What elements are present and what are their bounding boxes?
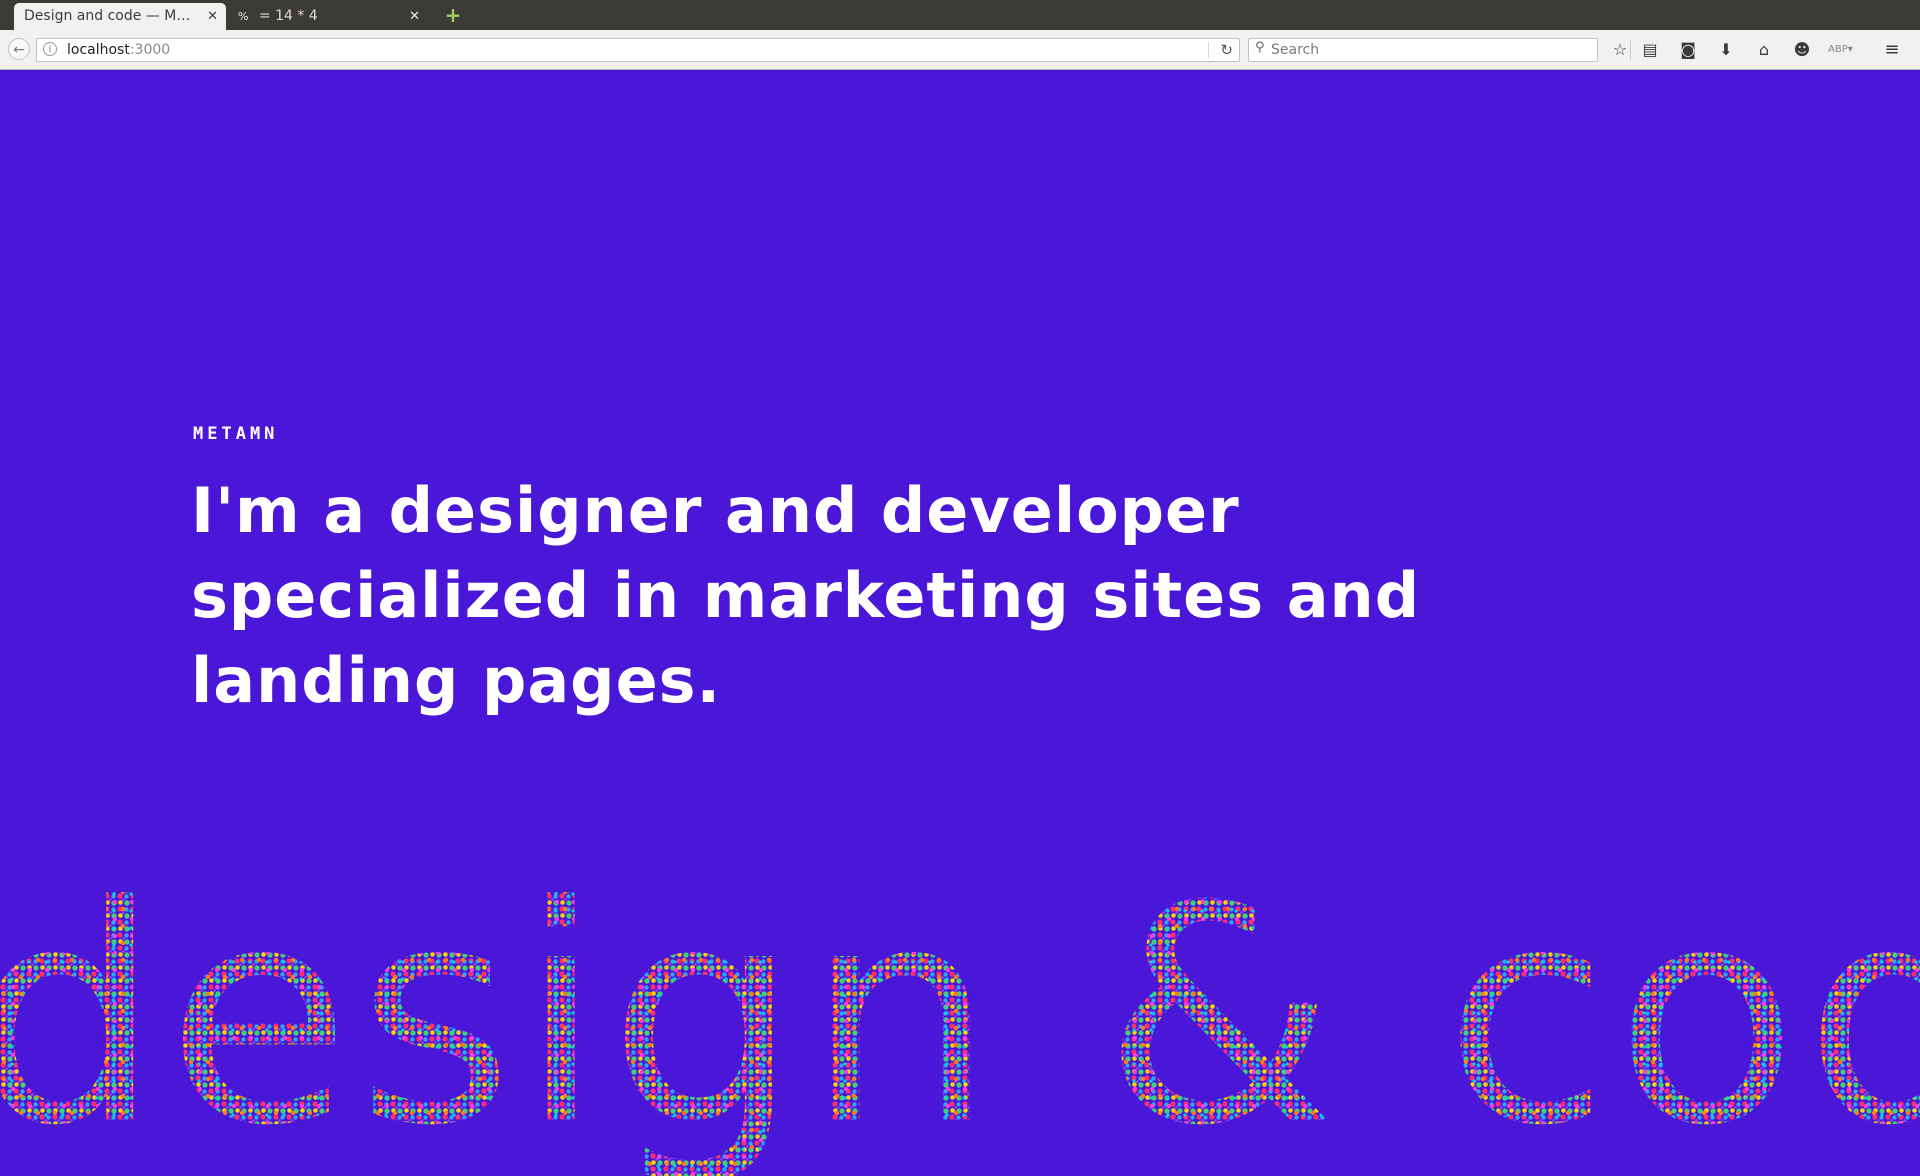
close-tab-icon[interactable]: ✕ bbox=[207, 3, 218, 30]
tab-strip: Design and code — Met… ✕ % = 14 * 4 ✕ + bbox=[0, 0, 1920, 30]
search-box[interactable]: ⚲ bbox=[1248, 38, 1598, 62]
url-port: :3000 bbox=[129, 42, 171, 58]
download-icon[interactable]: ⬇ bbox=[1714, 38, 1738, 62]
dotted-text-overlay: design & code bbox=[0, 880, 1920, 1176]
tab-title: Design and code — Met… bbox=[24, 8, 194, 24]
tab-title: = 14 * 4 bbox=[258, 8, 318, 24]
pocket-icon[interactable]: ◙ bbox=[1676, 38, 1700, 62]
search-icon: ⚲ bbox=[1255, 40, 1265, 55]
url-host: localhost bbox=[67, 42, 130, 58]
adblock-icon[interactable]: ABP▾ bbox=[1828, 38, 1853, 62]
urlbar-divider bbox=[1208, 42, 1209, 58]
close-tab-icon[interactable]: ✕ bbox=[409, 3, 420, 30]
info-icon[interactable]: i bbox=[43, 42, 57, 56]
nav-toolbar: ← i localhost:3000 ↻ ⚲ ☆ ▤ ◙ ⬇ ⌂ ☻ ABP▾ … bbox=[0, 30, 1920, 70]
menu-icon[interactable]: ≡ bbox=[1880, 38, 1904, 62]
address-bar[interactable]: i localhost:3000 ↻ bbox=[36, 38, 1240, 62]
reading-list-icon[interactable]: ▤ bbox=[1638, 38, 1662, 62]
chat-icon[interactable]: ☻ bbox=[1790, 38, 1814, 62]
url-text: localhost:3000 bbox=[67, 39, 170, 61]
reload-icon[interactable]: ↻ bbox=[1220, 39, 1233, 61]
tab-calculator[interactable]: % = 14 * 4 ✕ bbox=[228, 3, 428, 30]
site-logo[interactable]: METAMN bbox=[193, 424, 278, 444]
hero-headline: I'm a designer and developer specialized… bbox=[191, 474, 1421, 717]
new-tab-icon[interactable]: + bbox=[442, 4, 464, 26]
star-icon[interactable]: ☆ bbox=[1608, 38, 1632, 62]
search-input[interactable] bbox=[1271, 40, 1591, 60]
back-arrow-icon[interactable]: ← bbox=[8, 38, 30, 60]
home-icon[interactable]: ⌂ bbox=[1752, 38, 1776, 62]
tab-design-and-code[interactable]: Design and code — Met… ✕ bbox=[14, 3, 226, 30]
toolbar-divider bbox=[1630, 40, 1631, 60]
percent-icon: % bbox=[238, 10, 249, 23]
dotted-design-and-code-art: design & code design & code bbox=[0, 880, 1920, 1176]
